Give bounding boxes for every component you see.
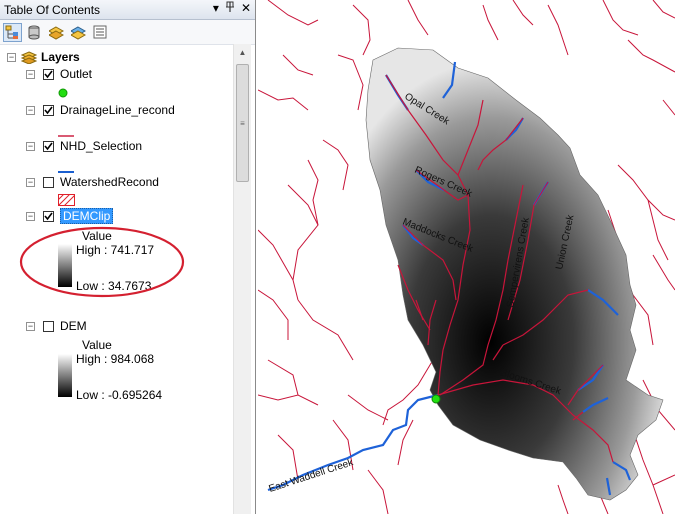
scroll-thumb[interactable]: ≡ xyxy=(236,64,249,182)
layer-row-outlet[interactable]: − Outlet xyxy=(26,66,92,82)
dem-legend-field: Value xyxy=(82,338,112,352)
layer-label-outlet: Outlet xyxy=(60,67,93,81)
collapse-icon[interactable]: − xyxy=(26,69,35,79)
layer-label-nhd-selection: NHD_Selection xyxy=(60,139,143,153)
list-by-selection-button[interactable] xyxy=(69,23,88,42)
list-by-source-icon xyxy=(28,25,40,39)
collapse-icon[interactable]: − xyxy=(26,105,35,115)
layers-root-label: Layers xyxy=(41,50,80,64)
outlet-point-symbol xyxy=(58,87,68,101)
table-of-contents-panel: Table Of Contents ▾ ✕ − Layers − Outlet … xyxy=(0,0,256,514)
list-by-drawing-order-button[interactable] xyxy=(3,22,22,42)
list-by-visibility-icon xyxy=(49,25,64,40)
dem-color-ramp xyxy=(58,354,72,397)
stream-label-east-waddell-creek: East Waddell Creek xyxy=(268,457,356,495)
list-by-drawing-order-icon xyxy=(5,25,18,39)
layer-row-dem[interactable]: − DEM xyxy=(26,318,87,334)
toc-close-icon[interactable]: ✕ xyxy=(241,1,251,16)
toc-toolbar xyxy=(0,20,255,45)
layer-visibility-checkbox[interactable] xyxy=(43,176,54,188)
dem-legend-high: High : 984.068 xyxy=(76,352,155,366)
checkmark-icon xyxy=(44,70,53,78)
list-by-source-button[interactable] xyxy=(25,23,44,42)
list-by-visibility-button[interactable] xyxy=(47,23,66,42)
outlet-point[interactable] xyxy=(431,394,441,404)
layer-row-drainageline-recond[interactable]: − DrainageLine_recond xyxy=(26,102,175,118)
red-circle-annotation xyxy=(19,226,185,298)
layer-visibility-checkbox[interactable] xyxy=(43,68,54,80)
layer-tree: − Layers − Outlet − DrainageLine_recond xyxy=(0,44,233,514)
toc-vertical-scrollbar[interactable]: ▲ ≡ xyxy=(233,44,251,514)
hatch-polygon-symbol xyxy=(57,193,76,209)
layer-label-watershedrecond: WatershedRecond xyxy=(60,175,159,189)
toc-title-bar: Table Of Contents ▾ ✕ xyxy=(0,0,255,20)
layer-row-watershedrecond[interactable]: − WatershedRecond xyxy=(26,174,159,190)
collapse-icon[interactable]: − xyxy=(26,321,35,331)
layer-visibility-checkbox[interactable] xyxy=(43,320,54,332)
scroll-up-arrow-icon[interactable]: ▲ xyxy=(234,44,251,61)
layer-row-nhd-selection[interactable]: − NHD_Selection xyxy=(26,138,142,154)
layer-visibility-checkbox[interactable] xyxy=(43,210,54,222)
toc-menu-dropdown-icon[interactable]: ▾ xyxy=(213,1,219,16)
map-canvas[interactable]: Opal Creek Rogers Creek Maddocks Creek S… xyxy=(258,0,675,514)
options-list-icon xyxy=(93,25,107,38)
layer-row-demclip[interactable]: − DEMClip xyxy=(26,208,114,224)
collapse-icon[interactable]: − xyxy=(7,52,16,62)
dem-legend-low: Low : -0.695264 xyxy=(76,388,163,402)
toc-autohide-pin-icon[interactable] xyxy=(225,1,235,16)
list-by-selection-icon xyxy=(71,25,86,40)
checkmark-icon xyxy=(44,142,53,150)
checkmark-icon xyxy=(44,106,53,114)
map-view[interactable]: Opal Creek Rogers Creek Maddocks Creek S… xyxy=(258,0,675,514)
toc-options-button[interactable] xyxy=(91,23,110,42)
layers-root-row[interactable]: − Layers xyxy=(7,49,80,65)
layer-label-demclip: DEMClip xyxy=(60,208,114,224)
layer-visibility-checkbox[interactable] xyxy=(43,140,54,152)
collapse-icon[interactable]: − xyxy=(26,177,35,187)
collapse-icon[interactable]: − xyxy=(26,141,35,151)
layers-stack-icon xyxy=(21,51,37,64)
checkmark-icon xyxy=(44,212,53,220)
layer-label-dem: DEM xyxy=(60,319,87,333)
toc-title: Table Of Contents xyxy=(4,2,101,17)
layer-visibility-checkbox[interactable] xyxy=(43,104,54,116)
layer-label-drainageline-recond: DrainageLine_recond xyxy=(60,103,175,117)
collapse-icon[interactable]: − xyxy=(26,211,35,221)
